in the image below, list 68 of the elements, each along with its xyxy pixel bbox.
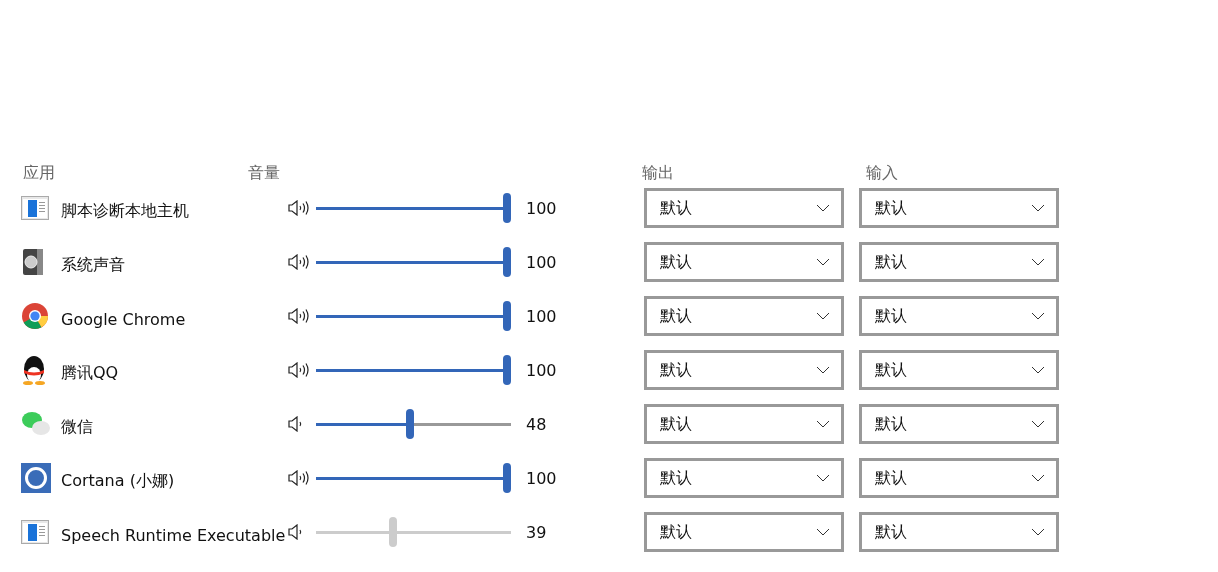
volume-value: 100 [525,360,558,380]
chevron-down-icon [1031,528,1045,536]
column-header: 音量 [248,165,281,181]
input-dropdown[interactable]: 默认 [859,188,1059,228]
volume-icon[interactable] [288,200,310,216]
app-window-icon [21,520,49,544]
volume-value: 39 [525,522,548,542]
input-dropdown[interactable]: 默认 [859,350,1059,390]
app-name: Google Chrome [61,308,187,329]
app-name: 系统声音 [61,253,126,276]
volume-slider[interactable] [316,409,511,439]
volume-value: 100 [525,306,558,326]
volume-value: 100 [525,252,558,272]
volume-icon[interactable] [288,308,310,324]
chevron-down-icon [1031,258,1045,266]
slider-thumb[interactable] [503,193,511,223]
chevron-down-icon [816,258,830,266]
volume-icon[interactable] [288,254,310,270]
chat-bubbles-icon [21,411,51,437]
input-dropdown[interactable]: 默认 [859,242,1059,282]
volume-value: 100 [525,198,558,218]
chevron-down-icon [1031,420,1045,428]
volume-slider[interactable] [316,301,511,331]
slider-thumb[interactable] [503,355,511,385]
output-dropdown[interactable]: 默认 [644,404,844,444]
chevron-down-icon [1031,312,1045,320]
slider-thumb[interactable] [503,247,511,277]
volume-slider[interactable] [316,463,511,493]
penguin-icon [21,355,47,385]
output-dropdown[interactable]: 默认 [644,188,844,228]
column-header: 输入 [866,165,898,181]
input-dropdown[interactable]: 默认 [859,296,1059,336]
output-dropdown[interactable]: 默认 [644,296,844,336]
chevron-down-icon [816,312,830,320]
output-dropdown[interactable]: 默认 [644,350,844,390]
app-name: Cortana (小娜) [61,469,176,492]
browser-circle-icon [21,302,49,330]
chevron-down-icon [816,420,830,428]
volume-slider[interactable] [316,355,511,385]
app-window-icon [21,196,49,220]
ring-icon [21,463,51,493]
chevron-down-icon [816,366,830,374]
app-name: 微信 [61,415,94,438]
volume-icon[interactable] [288,362,310,378]
volume-value: 100 [525,468,558,488]
slider-thumb[interactable] [503,301,511,331]
column-header: 输出 [642,165,675,181]
app-name: 腾讯QQ [61,361,120,384]
volume-slider[interactable] [316,247,511,277]
chevron-down-icon [816,528,830,536]
column-header: 应用 [22,165,56,181]
volume-slider[interactable] [316,193,511,223]
volume-icon[interactable] [288,470,310,486]
app-name: 脚本诊断本地主机 [61,199,190,222]
volume-value: 48 [525,414,548,434]
chevron-down-icon [816,474,830,482]
output-dropdown[interactable]: 默认 [644,458,844,498]
speaker-box-icon [21,248,45,276]
app-name: Speech Runtime Executable [61,524,287,545]
chevron-down-icon [1031,366,1045,374]
chevron-down-icon [816,204,830,212]
slider-thumb[interactable] [405,409,414,439]
output-dropdown[interactable]: 默认 [644,242,844,282]
chevron-down-icon [1031,204,1045,212]
slider-thumb[interactable] [503,463,511,493]
input-dropdown[interactable]: 默认 [859,404,1059,444]
chevron-down-icon [1031,474,1045,482]
input-dropdown[interactable]: 默认 [859,458,1059,498]
